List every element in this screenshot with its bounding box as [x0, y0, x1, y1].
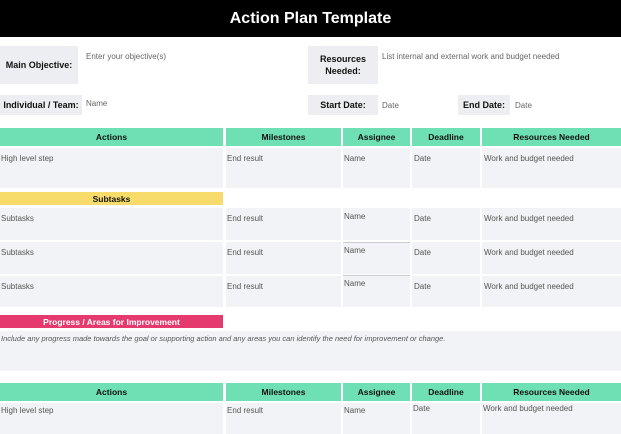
- header-resources-needed: Resources Needed: [482, 383, 621, 401]
- progress-description[interactable]: Include any progress made towards the go…: [0, 331, 621, 371]
- resources-cell[interactable]: Work and budget needed: [482, 403, 621, 434]
- subtask-milestone-cell[interactable]: End result: [226, 276, 341, 307]
- deadline-cell[interactable]: Date: [412, 148, 480, 188]
- header-milestones: Milestones: [226, 128, 341, 146]
- end-date-field[interactable]: Date: [515, 100, 575, 111]
- end-date-label: End Date:: [458, 95, 510, 115]
- page-title: Action Plan Template: [0, 0, 621, 37]
- subtask-assignee-cell[interactable]: Name: [343, 208, 410, 240]
- start-date-label: Start Date:: [308, 95, 378, 115]
- subtask-action-cell[interactable]: Subtasks: [0, 208, 223, 240]
- subtask-milestone-cell[interactable]: End result: [226, 208, 341, 240]
- subtask-deadline-cell[interactable]: Date: [412, 276, 480, 307]
- resources-cell[interactable]: Work and budget needed: [482, 148, 621, 188]
- subtask-action-cell[interactable]: Subtasks: [0, 276, 223, 307]
- subtask-resources-cell[interactable]: Work and budget needed: [482, 208, 621, 240]
- main-objective-label: Main Objective:: [0, 46, 78, 84]
- progress-section-label: Progress / Areas for Improvement: [0, 315, 223, 328]
- action-cell[interactable]: High level step: [0, 403, 223, 434]
- header-deadline: Deadline: [412, 383, 480, 401]
- subtask-resources-cell[interactable]: Work and budget needed: [482, 242, 621, 274]
- header-milestones: Milestones: [226, 383, 341, 401]
- subtask-deadline-cell[interactable]: Date: [412, 242, 480, 274]
- main-objective-field[interactable]: Enter your objective(s): [86, 51, 296, 62]
- deadline-cell[interactable]: Date: [412, 403, 480, 434]
- subtask-resources-cell[interactable]: Work and budget needed: [482, 276, 621, 307]
- action-cell[interactable]: High level step: [0, 148, 223, 188]
- subtask-assignee-cell[interactable]: Name: [343, 276, 410, 307]
- subtask-assignee-cell[interactable]: Name: [343, 243, 410, 274]
- subtask-action-cell[interactable]: Subtasks: [0, 242, 223, 274]
- header-actions: Actions: [0, 128, 223, 146]
- start-date-field[interactable]: Date: [382, 100, 442, 111]
- header-assignee: Assignee: [343, 383, 410, 401]
- assignee-cell[interactable]: Name: [343, 403, 410, 434]
- subtask-deadline-cell[interactable]: Date: [412, 208, 480, 240]
- assignee-cell[interactable]: Name: [343, 148, 410, 188]
- milestone-cell[interactable]: End result: [226, 148, 341, 188]
- resources-needed-field[interactable]: List internal and external work and budg…: [382, 51, 618, 62]
- individual-team-field[interactable]: Name: [86, 98, 236, 109]
- subtasks-section-label: Subtasks: [0, 192, 223, 205]
- header-assignee: Assignee: [343, 128, 410, 146]
- resources-needed-label: Resources Needed:: [308, 46, 378, 84]
- milestone-cell[interactable]: End result: [226, 403, 341, 434]
- subtask-milestone-cell[interactable]: End result: [226, 242, 341, 274]
- header-deadline: Deadline: [412, 128, 480, 146]
- header-resources-needed: Resources Needed: [482, 128, 621, 146]
- individual-team-label: Individual / Team:: [0, 95, 82, 115]
- header-actions: Actions: [0, 383, 223, 401]
